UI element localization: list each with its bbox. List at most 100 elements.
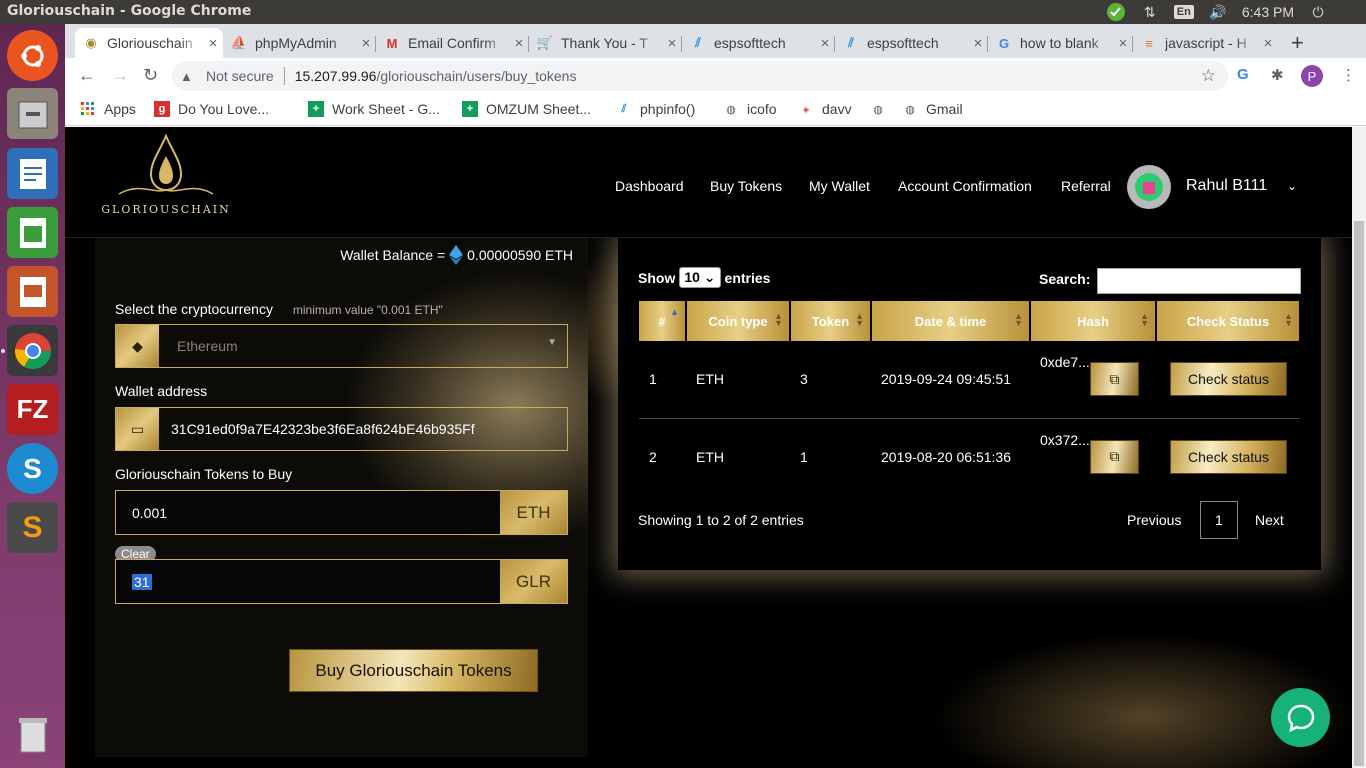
bookmark-apps[interactable]: Apps — [80, 101, 136, 117]
skype-icon[interactable]: S — [7, 443, 58, 494]
puzzle-extensions-icon[interactable]: ✱ — [1271, 66, 1284, 84]
tab-phpmyadmin[interactable]: ⛵ phpMyAdmin × — [223, 28, 376, 58]
column-header-number[interactable]: # ▲ — [639, 301, 687, 341]
check-status-button[interactable]: Check status — [1170, 439, 1287, 474]
nav-my-wallet[interactable]: My Wallet — [809, 178, 870, 194]
system-tray: ⇅ En 🔊 6:43 PM ⏻ — [1106, 0, 1366, 24]
warning-icon[interactable]: ▲ — [180, 69, 196, 84]
bookmark-untitled[interactable]: ◍ — [870, 101, 894, 117]
gloriouschain-logo[interactable]: GLORIOUSCHAIN — [99, 132, 233, 232]
tab-espsofttech-2[interactable]: ⫽ espsofttech × — [835, 28, 988, 58]
gmail-favicon-icon: M — [386, 35, 398, 51]
user-name[interactable]: Rahul B111 — [1186, 177, 1267, 195]
forward-arrow-icon[interactable]: → — [111, 65, 129, 86]
power-icon[interactable]: ⏻ — [1308, 2, 1328, 22]
column-header-coin-type[interactable]: Coin type ▲ ▼ — [686, 301, 791, 341]
eth-amount-input[interactable]: 0.001 ETH — [115, 490, 568, 535]
chat-widget-button[interactable] — [1271, 688, 1330, 747]
address-bar[interactable]: ▲ Not secure 15.207.99.96 /gloriouschain… — [172, 61, 1228, 91]
next-page-button[interactable]: Next — [1255, 501, 1284, 539]
sublime-text-icon[interactable]: S — [7, 502, 58, 553]
eth-amount-value[interactable]: 0.001 — [116, 491, 500, 534]
bookmark-work-sheet[interactable]: + Work Sheet - G... — [308, 101, 440, 117]
profile-avatar[interactable]: P — [1301, 65, 1323, 87]
column-header-hash[interactable]: Hash ▲ ▼ — [1030, 301, 1157, 341]
cryptocurrency-select[interactable]: ◆ Ethereum ▼ — [115, 324, 568, 368]
impress-icon[interactable] — [7, 266, 58, 317]
tab-javascript[interactable]: ≡ javascript - H × — [1133, 28, 1278, 58]
tab-thank-you[interactable]: 🛒 Thank You - T × — [529, 28, 682, 58]
column-header-date-time[interactable]: Date & time ▲ ▼ — [871, 301, 1031, 341]
bookmark-gmail[interactable]: ◍ Gmail — [902, 101, 962, 117]
translate-extension-icon[interactable]: G — [1237, 66, 1249, 83]
avatar[interactable] — [1127, 165, 1171, 209]
bookmark-do-you-love[interactable]: g Do You Love... — [154, 101, 269, 117]
tab-espsofttech-1[interactable]: ⫽ espsofttech × — [682, 28, 835, 58]
previous-page-button[interactable]: Previous — [1127, 501, 1181, 539]
trash-icon[interactable] — [7, 708, 58, 759]
ubuntu-logo-icon[interactable] — [7, 30, 58, 81]
check-status-button[interactable]: Check status — [1170, 362, 1287, 397]
column-header-token[interactable]: Token ▲ ▼ — [790, 301, 872, 341]
copy-icon: ⧉ — [1109, 370, 1120, 387]
calc-icon[interactable] — [7, 207, 58, 258]
close-icon[interactable]: × — [1258, 35, 1278, 52]
wallet-address-field[interactable]: ▭ 31C91ed0f9a7E42323be3f6Ea8f624bE46b935… — [115, 407, 568, 451]
tab-how-to-blank[interactable]: G how to blank × — [988, 28, 1133, 58]
writer-icon[interactable] — [7, 148, 58, 199]
filezilla-icon[interactable]: FZ — [7, 384, 58, 435]
nav-referral[interactable]: Referral — [1061, 178, 1111, 194]
cell-hash: 0xde7... ⧉ — [1030, 341, 1156, 419]
bookmark-star-icon[interactable]: ☆ — [1201, 66, 1216, 86]
nav-dashboard[interactable]: Dashboard — [615, 178, 684, 194]
column-header-check-status[interactable]: Check Status ▲ ▼ — [1156, 301, 1301, 341]
copy-hash-button[interactable]: ⧉ — [1089, 362, 1139, 397]
sort-icon: ▲ ▼ — [1014, 311, 1023, 328]
new-tab-button[interactable]: + — [1291, 30, 1304, 56]
bookmark-davv[interactable]: ◈ davv — [798, 101, 852, 117]
chevron-down-icon[interactable]: ⌄ — [1287, 179, 1297, 193]
close-icon[interactable]: × — [509, 35, 529, 52]
chrome-menu-icon[interactable]: ⋮ — [1341, 66, 1356, 84]
clock[interactable]: 6:43 PM — [1242, 4, 1294, 20]
update-icon[interactable] — [1106, 2, 1126, 22]
tab-email-confirm[interactable]: M Email Confirm × — [376, 28, 529, 58]
close-icon[interactable]: × — [815, 35, 835, 52]
search-input[interactable] — [1097, 268, 1301, 294]
chrome-icon[interactable] — [7, 325, 58, 376]
copy-hash-button[interactable]: ⧉ — [1089, 439, 1139, 474]
keyboard-layout-indicator[interactable]: En — [1173, 5, 1194, 19]
not-secure-label[interactable]: Not secure — [206, 68, 274, 84]
sheets-favicon-icon: + — [462, 101, 478, 117]
cell-number: 1 — [639, 341, 686, 419]
close-icon[interactable]: × — [662, 35, 682, 52]
tab-gloriouschain[interactable]: ◉ Gloriouschain × — [75, 28, 223, 58]
glr-amount-value: 31 — [132, 573, 152, 590]
bookmark-omzum-sheet[interactable]: + OMZUM Sheet... — [462, 101, 591, 117]
volume-icon[interactable]: 🔊 — [1208, 2, 1228, 22]
buy-tokens-button[interactable]: Buy Gloriouschain Tokens — [289, 649, 538, 692]
reload-icon[interactable]: ↻ — [143, 65, 158, 86]
davv-favicon-icon: ◈ — [802, 104, 810, 114]
network-arrows-icon[interactable]: ⇅ — [1140, 2, 1160, 22]
back-arrow-icon[interactable]: ← — [78, 65, 96, 86]
scrollbar-thumb[interactable] — [1354, 221, 1364, 766]
page-1-button[interactable]: 1 — [1200, 501, 1238, 539]
bookmark-phpinfo[interactable]: ⫽ phpinfo() — [616, 101, 696, 117]
entries-select-value: 10 — [684, 269, 700, 285]
files-icon[interactable] — [7, 88, 58, 139]
close-icon[interactable]: × — [356, 35, 376, 52]
close-icon[interactable]: × — [968, 35, 988, 52]
table-row: 1 ETH 3 2019-09-24 09:45:51 0xde7... ⧉ Ch… — [639, 341, 1300, 419]
nav-account-confirmation[interactable]: Account Confirmation — [898, 178, 1032, 194]
table-row: 2 ETH 1 2019-08-20 06:51:36 0x372... ⧉ Ch… — [639, 418, 1300, 495]
glr-amount-field[interactable]: 31 — [116, 560, 500, 603]
nav-buy-tokens[interactable]: Buy Tokens — [710, 178, 782, 194]
glr-amount-input[interactable]: 31 GLR — [115, 559, 568, 604]
bookmark-icofo[interactable]: ◍ icofo — [723, 101, 776, 117]
sort-icon: ▲ ▼ — [1284, 311, 1293, 328]
page-scrollbar[interactable] — [1352, 127, 1366, 768]
entries-select[interactable]: 10 ⌄ — [679, 267, 721, 288]
close-icon[interactable]: × — [203, 35, 223, 52]
close-icon[interactable]: × — [1113, 35, 1133, 52]
